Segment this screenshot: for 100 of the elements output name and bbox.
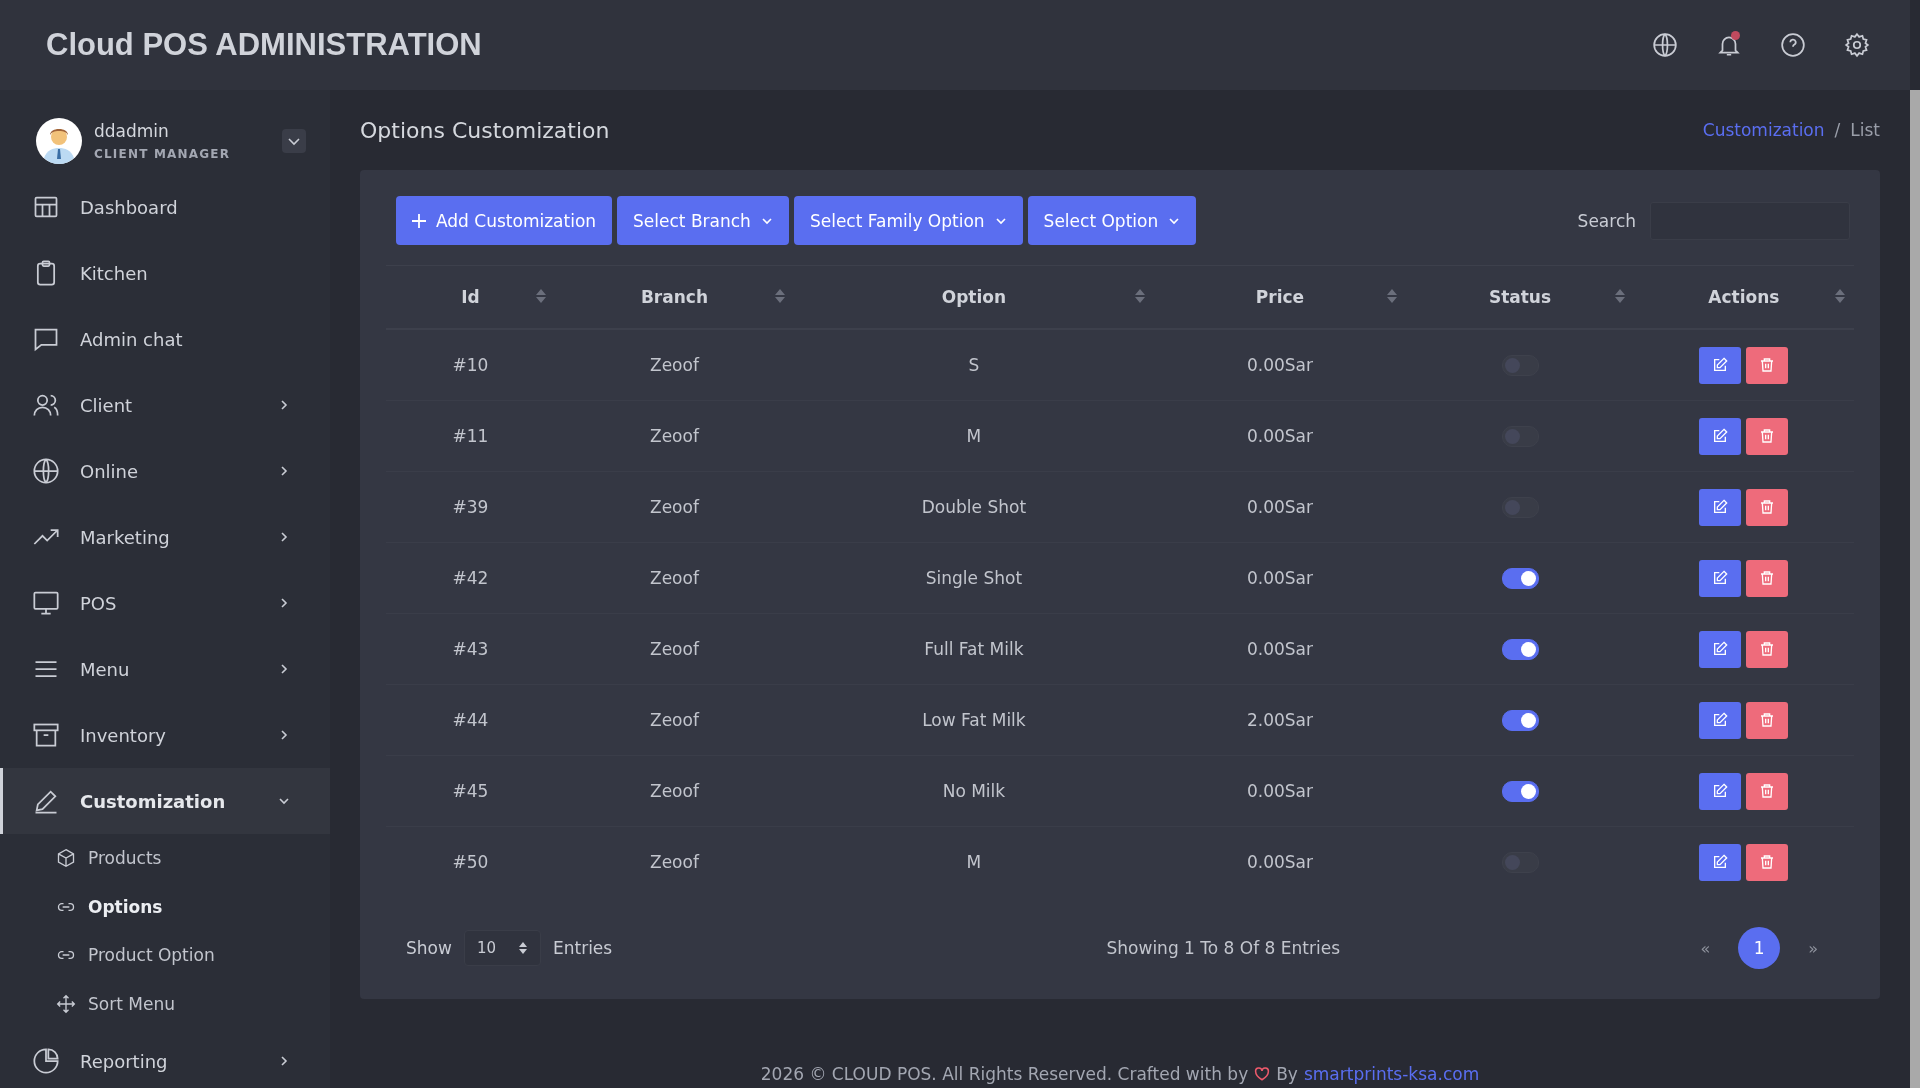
trash-icon — [1759, 570, 1776, 586]
plus-icon — [412, 213, 426, 228]
table-cell: Zeoof — [554, 826, 795, 897]
dropdown-button[interactable]: Select Branch — [617, 196, 789, 245]
delete-button[interactable] — [1746, 843, 1789, 881]
sidebar-item[interactable]: Reporting — [0, 1028, 330, 1088]
globe-icon[interactable] — [1652, 32, 1678, 58]
table-cell: #43 — [386, 613, 555, 685]
sidebar-item[interactable]: POS — [0, 570, 330, 636]
sidebar-item[interactable]: Inventory — [0, 702, 330, 768]
sidebar-item[interactable]: Client — [0, 372, 330, 438]
table-cell: M — [794, 400, 1154, 472]
sidebar-item[interactable]: Customization — [0, 768, 330, 834]
status-toggle[interactable] — [1501, 638, 1539, 660]
next-page-button[interactable]: » — [1802, 937, 1824, 959]
sort-icon — [517, 941, 528, 955]
sidebar-item[interactable]: Dashboard — [0, 174, 330, 240]
sidebar-item[interactable]: Online — [0, 438, 330, 504]
add-button[interactable]: Add Customization — [396, 196, 613, 245]
submenu-item[interactable]: Product Option — [0, 931, 330, 980]
table-cell: #10 — [386, 329, 555, 401]
table-cell: Zeoof — [554, 755, 795, 827]
delete-button[interactable] — [1746, 488, 1789, 526]
footer-text: 2026 © CLOUD POS. All Rights Reserved. Crafted with by — [760, 1064, 1249, 1084]
delete-button[interactable] — [1746, 701, 1789, 739]
table-cell: Double Shot — [794, 471, 1154, 543]
sidebar-item[interactable]: Kitchen — [0, 240, 330, 306]
edit-button[interactable] — [1699, 559, 1742, 597]
delete-button[interactable] — [1746, 772, 1789, 810]
trash-icon — [1759, 499, 1776, 515]
status-toggle[interactable] — [1501, 567, 1539, 589]
column-header[interactable]: Price — [1153, 266, 1407, 329]
edit-icon — [1712, 499, 1729, 515]
submenu-item[interactable]: Products — [0, 834, 330, 883]
table-cell: 0.00Sar — [1153, 471, 1407, 543]
table-cell: 0.00Sar — [1153, 400, 1407, 472]
trash-icon — [1759, 854, 1776, 870]
sidebar-item[interactable]: Menu — [0, 636, 330, 702]
edit-button[interactable] — [1699, 772, 1742, 810]
table-cell: #44 — [386, 684, 555, 756]
submenu-item[interactable]: Sort Menu — [0, 979, 330, 1028]
table-cell: Single Shot — [794, 542, 1154, 614]
user-menu-button[interactable] — [282, 129, 306, 153]
dropdown-button[interactable]: Select Option — [1027, 196, 1197, 245]
settings-icon[interactable] — [1844, 32, 1870, 58]
search-label: Search — [1577, 210, 1636, 231]
edit-button[interactable] — [1699, 346, 1742, 384]
edit-icon — [1712, 712, 1729, 728]
page-title: Options Customization — [360, 117, 610, 143]
entries-label: Entries — [552, 938, 613, 958]
table-cell: #45 — [386, 755, 555, 827]
table-cell: #50 — [386, 826, 555, 897]
table-cell: Zeoof — [554, 329, 795, 401]
heart-icon — [1254, 1067, 1271, 1081]
scrollbar[interactable] — [1910, 90, 1920, 1088]
column-header[interactable]: Option — [794, 266, 1154, 329]
edit-button[interactable] — [1699, 630, 1742, 668]
sort-icon — [1133, 288, 1146, 304]
globe-icon — [32, 457, 60, 485]
sidebar-item[interactable]: Marketing — [0, 504, 330, 570]
breadcrumb-separator: / — [1834, 120, 1841, 140]
delete-button[interactable] — [1746, 417, 1789, 455]
notification-bell-icon[interactable] — [1716, 32, 1742, 58]
edit-button[interactable] — [1699, 843, 1742, 881]
table-cell: #11 — [386, 400, 555, 472]
column-header[interactable]: Status — [1406, 266, 1634, 329]
edit-button[interactable] — [1699, 701, 1742, 739]
sort-icon — [774, 288, 787, 304]
entries-summary: Showing 1 To 8 Of 8 Entries — [1106, 938, 1341, 958]
submenu-item[interactable]: Options — [0, 882, 330, 931]
trash-icon — [1759, 783, 1776, 799]
edit-icon — [1712, 854, 1729, 870]
delete-button[interactable] — [1746, 630, 1789, 668]
page-button[interactable]: 1 — [1738, 927, 1781, 969]
trash-icon — [1759, 712, 1776, 728]
edit-icon — [1712, 357, 1729, 373]
avatar-icon — [36, 118, 82, 164]
previous-page-button[interactable]: « — [1694, 937, 1717, 959]
column-header[interactable]: Branch — [554, 266, 795, 329]
dropdown-button[interactable]: Select Family Option — [793, 196, 1023, 245]
footer-by: By — [1276, 1064, 1298, 1084]
column-header[interactable]: Id — [386, 266, 555, 329]
edit-icon — [1712, 570, 1729, 586]
help-icon[interactable] — [1780, 32, 1806, 58]
edit-button[interactable] — [1699, 417, 1742, 455]
edit-icon — [1712, 428, 1729, 444]
trash-icon — [1759, 428, 1776, 444]
delete-button[interactable] — [1746, 346, 1789, 384]
sort-icon — [1613, 288, 1626, 304]
table-cell: 2.00Sar — [1153, 684, 1407, 756]
delete-button[interactable] — [1746, 559, 1789, 597]
status-toggle[interactable] — [1501, 780, 1539, 802]
sidebar-item[interactable]: Admin chat — [0, 306, 330, 372]
table-cell: 0.00Sar — [1153, 542, 1407, 614]
page-size-select[interactable]: 10 — [463, 930, 541, 966]
edit-button[interactable] — [1699, 488, 1742, 526]
user-name: ddadmin — [94, 121, 170, 141]
column-header[interactable]: Actions — [1633, 266, 1854, 329]
user-role: CLIENT MANAGER — [94, 147, 232, 161]
status-toggle[interactable] — [1501, 709, 1539, 731]
